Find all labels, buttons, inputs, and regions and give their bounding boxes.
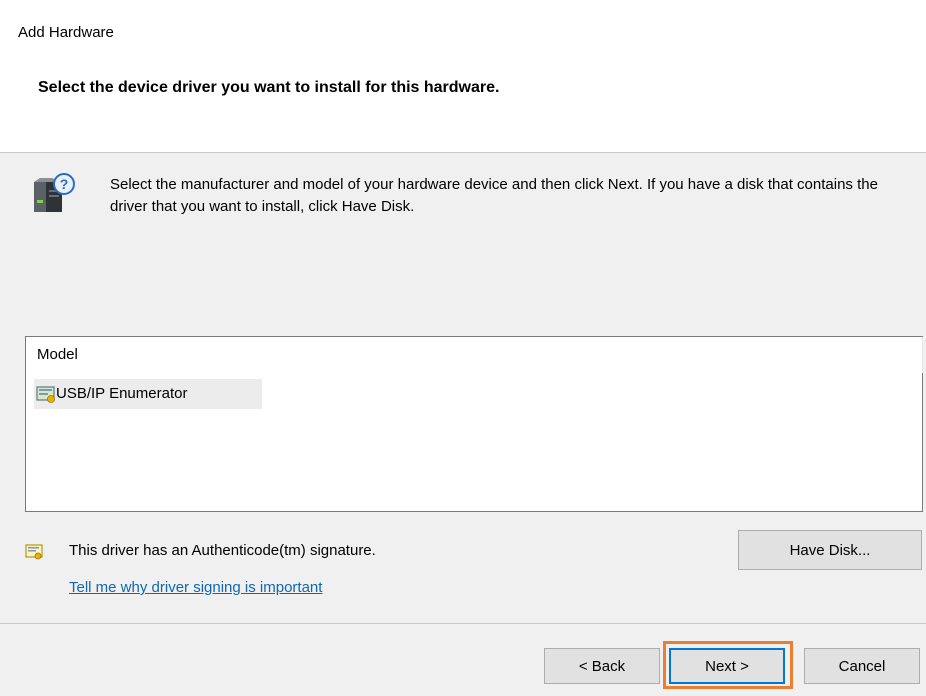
model-column-header[interactable]: Model: [37, 346, 78, 364]
instructions-text: Select the manufacturer and model of you…: [110, 176, 878, 215]
driver-device-icon: [36, 386, 55, 403]
column-divider: [922, 337, 923, 373]
back-button[interactable]: < Back: [544, 648, 660, 684]
page-heading: Select the device driver you want to ins…: [38, 79, 500, 96]
window-title: Add Hardware: [18, 24, 114, 41]
list-item-label: USB/IP Enumerator: [56, 385, 188, 402]
cancel-button[interactable]: Cancel: [804, 648, 920, 684]
next-button[interactable]: Next >: [669, 648, 785, 684]
have-disk-button[interactable]: Have Disk...: [738, 530, 922, 570]
wizard-header: Add Hardware Select the device driver yo…: [0, 0, 926, 152]
list-item[interactable]: USB/IP Enumerator: [34, 379, 262, 409]
driver-signing-link[interactable]: Tell me why driver signing is important: [69, 578, 322, 598]
svg-text:?: ?: [60, 176, 69, 192]
model-list[interactable]: Model USB/IP Enumerator: [25, 336, 923, 512]
hardware-help-icon: ?: [34, 173, 75, 212]
certificate-icon: [25, 544, 43, 560]
signature-status-text: This driver has an Authenticode(tm) sign…: [69, 542, 376, 559]
